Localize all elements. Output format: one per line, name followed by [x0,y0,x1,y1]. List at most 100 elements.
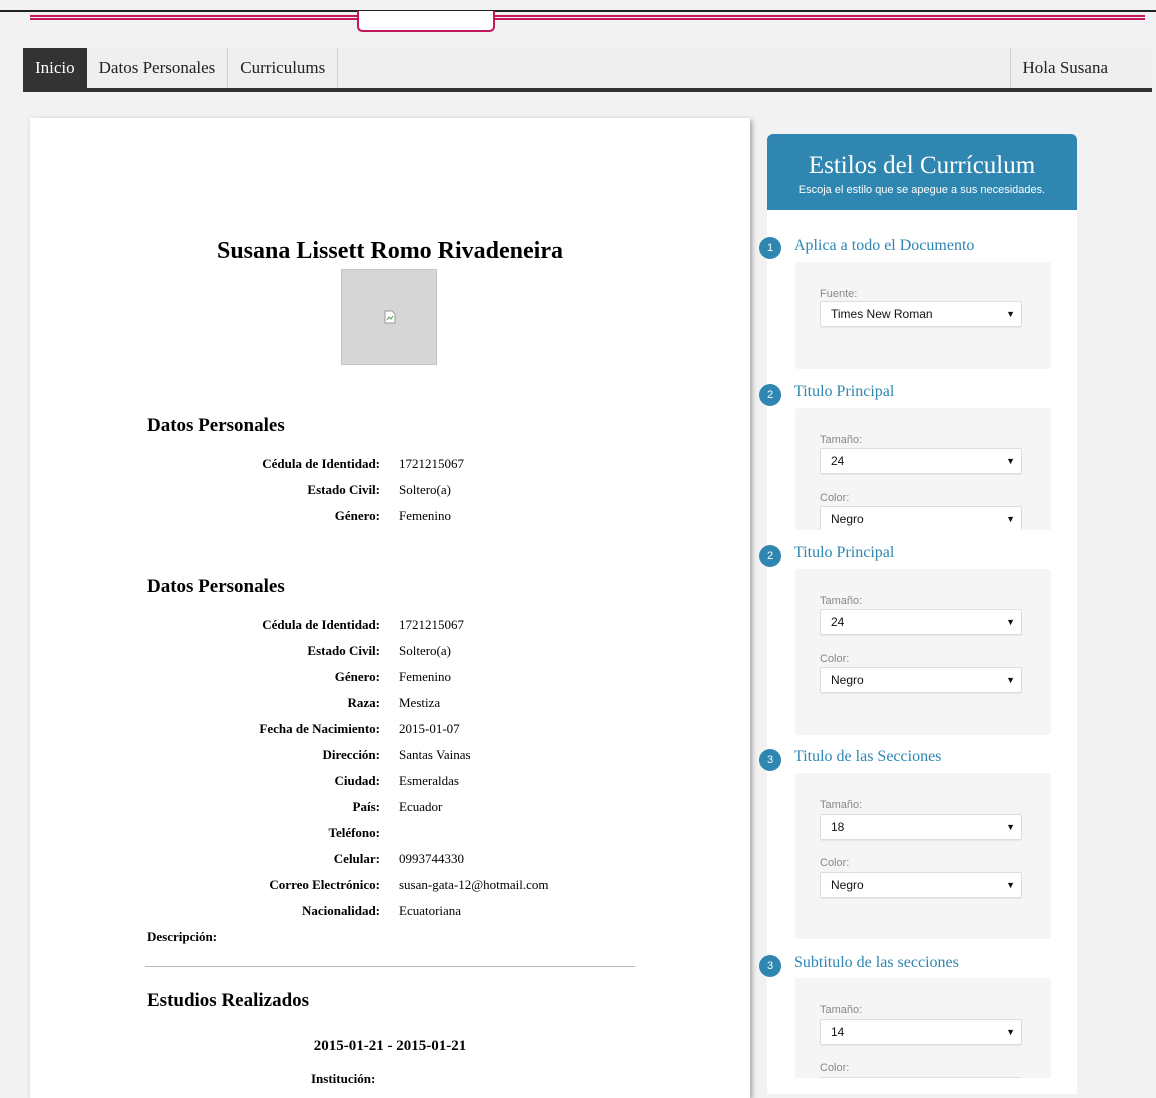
info-value: Soltero(a) [399,643,451,658]
step-badge: 3 [759,955,781,977]
title-color-value-2: Negro [831,673,864,687]
section-color-select[interactable]: Negro ▼ [820,872,1022,898]
info-value: Femenino [399,669,451,684]
info-value: Femenino [399,508,451,523]
header-decoration [0,10,1156,32]
group-box-secciones: Tamaño: 18 ▼ Color: Negro ▼ [795,773,1051,939]
info-row: Género: Femenino [30,669,750,689]
info-label: Correo Electrónico: [269,877,380,892]
group-title-titulo-principal: Titulo Principal [794,383,895,400]
group-title-secciones: Titulo de las Secciones [794,748,942,765]
group-title-subtitulo: Subtitulo de las secciones [794,954,959,971]
color-label: Color: [820,1062,850,1074]
info-label: Fecha de Nacimiento: [259,721,380,736]
info-label: Estado Civil: [307,482,380,497]
font-select-value: Times New Roman [831,307,933,321]
info-value: 1721215067 [399,456,464,471]
group-box-documento: Fuente: Times New Roman ▼ [795,262,1051,369]
cv-document: Susana Lissett Romo Rivadeneira Datos Pe… [30,118,750,1098]
info-value: 0993744330 [399,851,464,866]
info-label: Género: [334,669,380,684]
info-label: Cédula de Identidad: [262,456,380,471]
info-value: 2015-01-07 [399,721,460,736]
style-panel-header: Estilos del Currículum Escoja el estilo … [767,134,1077,210]
section-title-datos-personales: Datos Personales [147,415,285,436]
broken-image-icon [384,310,396,324]
nav-curriculums[interactable]: Curriculums [228,48,339,88]
info-value: Santas Vainas [399,747,471,762]
section-size-select[interactable]: 18 ▼ [820,814,1022,840]
info-row: Estado Civil: Soltero(a) [30,482,750,502]
dropdown-arrow-icon: ▼ [1006,1027,1015,1037]
color-label: Color: [820,492,850,504]
section-title-datos-personales-full: Datos Personales [147,576,285,597]
nav-user-greeting[interactable]: Hola Susana [1009,48,1152,88]
section-title-estudios: Estudios Realizados [147,990,310,1011]
dropdown-arrow-icon: ▼ [1006,309,1015,319]
info-row: Nacionalidad: Ecuatoriana [30,903,750,923]
info-row: Cédula de Identidad: 1721215067 [30,617,750,637]
info-label: Estado Civil: [307,643,380,658]
top-nav: Inicio Datos Personales Curriculums Hola… [23,48,1152,92]
info-row: Teléfono: [30,825,750,845]
section-size-value: 18 [831,820,845,834]
info-label: Cédula de Identidad: [262,617,380,632]
color-label: Color: [820,653,850,665]
info-label: Celular: [333,851,380,866]
step-badge: 1 [759,237,781,259]
title-color-value: Negro [831,512,864,526]
info-value: susan-gata-12@hotmail.com [399,877,549,892]
font-label: Fuente: [820,288,858,300]
nav-datos-personales[interactable]: Datos Personales [87,48,229,88]
institution-label: Institución: [311,1071,376,1086]
title-size-value-2: 24 [831,615,845,629]
info-value: 1721215067 [399,617,464,632]
size-label: Tamaño: [820,799,863,811]
title-size-select-2[interactable]: 24 ▼ [820,609,1022,635]
info-label: Teléfono: [328,825,380,840]
study-period: 2015-01-21 - 2015-01-21 [313,1038,467,1054]
info-label: Nacionalidad: [301,903,380,918]
title-size-select[interactable]: 24 ▼ [820,448,1022,474]
color-label: Color: [820,857,850,869]
info-row: Fecha de Nacimiento: 2015-01-07 [30,721,750,741]
info-row: Correo Electrónico: susan-gata-12@hotmail… [30,877,750,897]
font-select[interactable]: Times New Roman ▼ [820,301,1022,327]
dropdown-arrow-icon: ▼ [1006,514,1015,524]
info-row: Estado Civil: Soltero(a) [30,643,750,663]
info-row: Raza: Mestiza [30,695,750,715]
subtitle-size-select[interactable]: 14 ▼ [820,1019,1022,1045]
info-value: Mestiza [399,695,441,710]
cv-name: Susana Lissett Romo Rivadeneira [216,238,564,264]
step-badge: 3 [759,749,781,771]
size-label: Tamaño: [820,434,863,446]
style-panel-title: Estilos del Currículum [808,152,1036,179]
title-color-select[interactable]: Negro ▼ [820,506,1022,530]
info-row: Celular: 0993744330 [30,851,750,871]
info-label: Género: [334,508,380,523]
info-value: Soltero(a) [399,482,451,497]
group-box-subtitulo: Tamaño: 14 ▼ Color: ▼ [795,978,1051,1078]
info-value: Ecuador [399,799,443,814]
info-label: Dirección: [322,747,380,762]
step-badge: 2 [759,545,781,567]
group-title-titulo-principal-2: Titulo Principal [794,544,895,561]
nav-inicio[interactable]: Inicio [23,48,87,88]
step-badge: 2 [759,384,781,406]
group-box-titulo-principal: Tamaño: 24 ▼ Color: Negro ▼ [795,408,1051,530]
dropdown-arrow-icon: ▼ [1006,456,1015,466]
profile-photo [341,269,437,365]
dropdown-arrow-icon: ▼ [1006,675,1015,685]
dropdown-arrow-icon: ▼ [1006,822,1015,832]
info-value: Esmeraldas [399,773,459,788]
title-color-select-2[interactable]: Negro ▼ [820,667,1022,693]
section-color-value: Negro [831,878,864,892]
description-label: Descripción: [147,929,218,944]
info-label: Ciudad: [334,773,380,788]
info-row: Ciudad: Esmeraldas [30,773,750,793]
info-label: Raza: [347,695,381,710]
dropdown-arrow-icon: ▼ [1006,880,1015,890]
info-row: Género: Femenino [30,508,750,528]
style-panel-subtitle: Escoja el estilo que se apegue a sus nec… [798,184,1046,196]
